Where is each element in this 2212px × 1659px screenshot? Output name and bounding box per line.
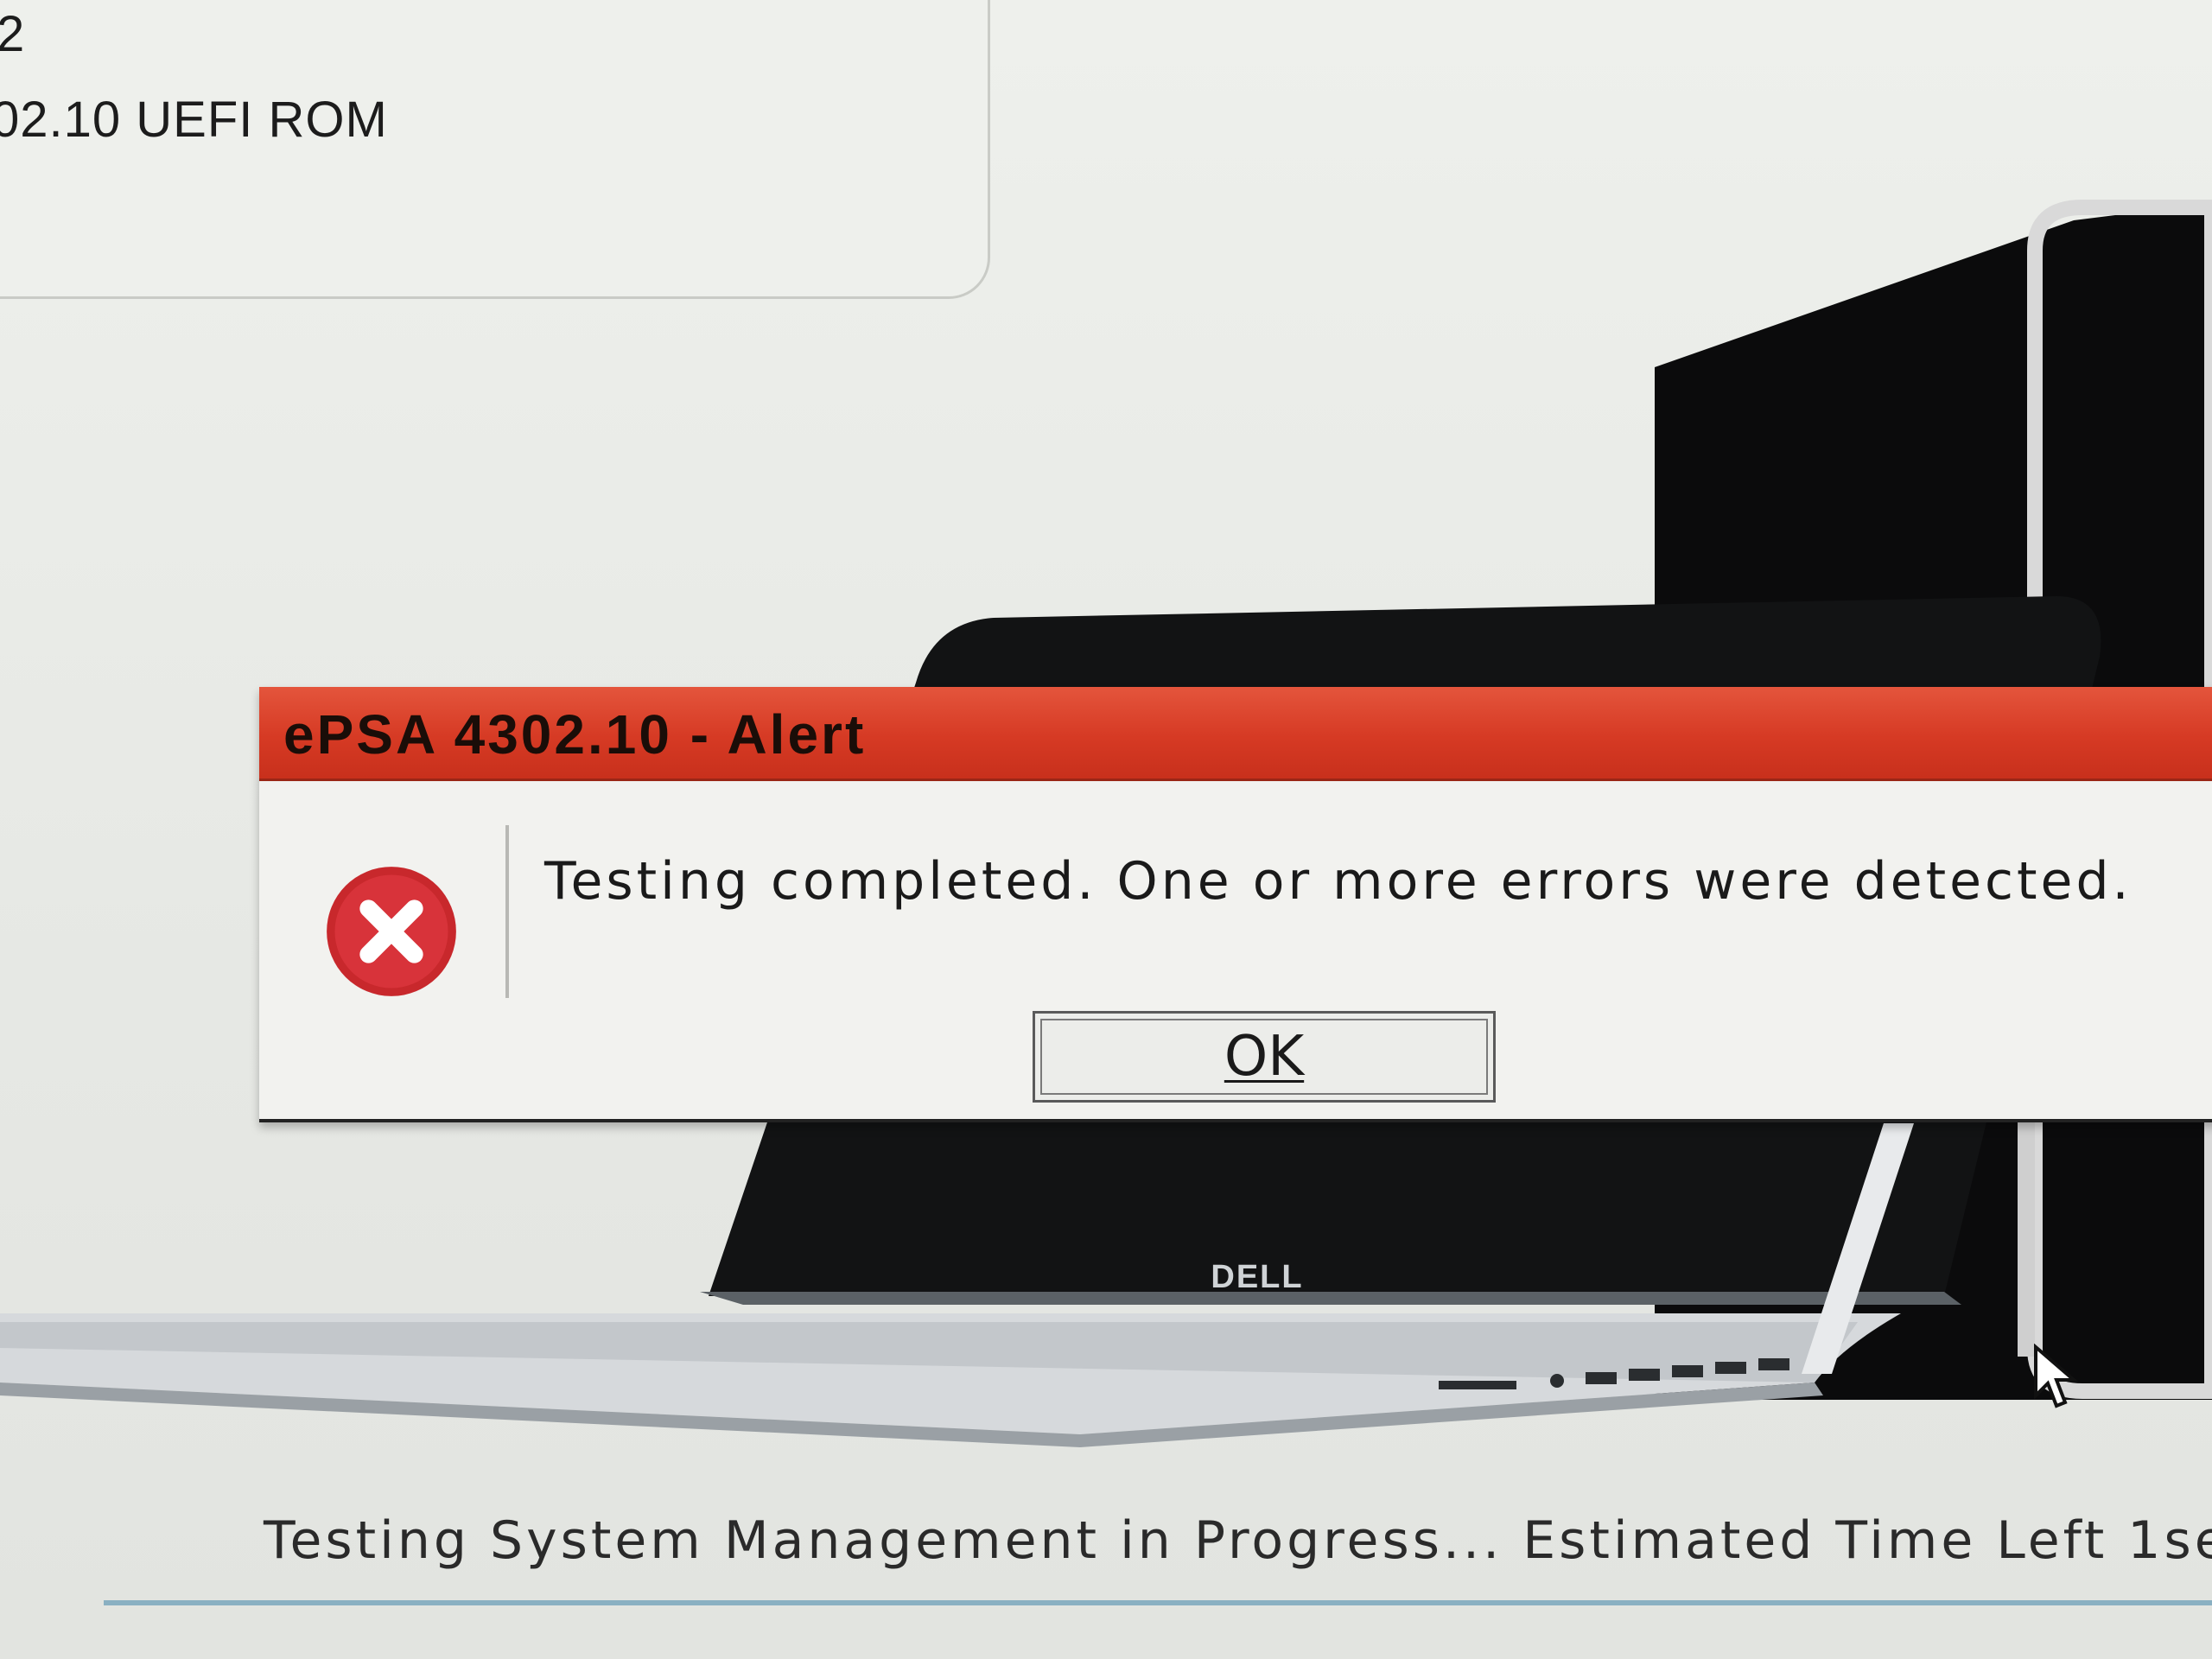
alert-title: ePSA 4302.10 - Alert — [283, 703, 867, 766]
test-status-text: Testing System Management in Progress...… — [264, 1510, 2212, 1571]
epsa-diagnostics-screen: DELL 2 02.10 UEFI ROM ePSA 4302.10 - Ale… — [0, 0, 2212, 1659]
system-info-panel — [0, 0, 990, 299]
uefi-rom-version: 02.10 UEFI ROM — [0, 92, 388, 148]
alert-dialog: ePSA 4302.10 - Alert Testing completed. … — [259, 687, 2212, 1122]
test-progress-bar — [104, 1600, 2212, 1605]
test-progress-fill — [104, 1600, 2212, 1605]
ok-button-label: OK — [1224, 1025, 1305, 1089]
system-info-line-1: 2 — [0, 6, 26, 62]
mouse-cursor-icon — [2034, 1344, 2079, 1408]
error-icon — [327, 867, 456, 996]
ok-button[interactable]: OK — [1033, 1011, 1496, 1103]
dell-logo: DELL — [1211, 1259, 1303, 1295]
alert-message: Testing completed. One or more errors we… — [544, 851, 2133, 912]
alert-titlebar: ePSA 4302.10 - Alert — [259, 687, 2212, 781]
alert-divider — [505, 825, 509, 998]
